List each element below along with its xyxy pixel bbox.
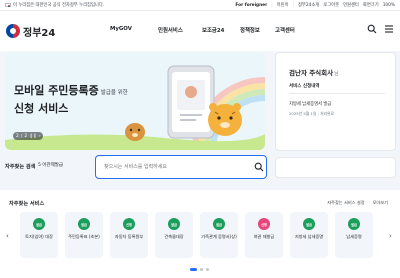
search-label: 자주찾는 검색	[5, 164, 36, 170]
nav-policy[interactable]: 정책정보	[240, 26, 260, 34]
service-label: 납세증명	[346, 234, 362, 239]
service-label: 주민등록표 (초본)	[68, 234, 100, 239]
pager-current: 2	[16, 133, 19, 139]
main-nav: MyGOV 민원서비스 보조금24 정책정보 고객센터	[0, 11, 400, 51]
nav-customer-center[interactable]: 고객센터	[275, 26, 295, 34]
utility-bar: 이 누리집은 대한민국 공식 전자정부 누리집입니다. For foreigne…	[0, 0, 400, 11]
screen-size-link[interactable]: 화면크기	[363, 2, 379, 8]
divider	[289, 93, 385, 94]
hero-pager[interactable]: 2 / 2 ❙❙ ›	[13, 132, 43, 140]
services-setting-link[interactable]: 자주찾는 서비스 설정	[327, 200, 364, 206]
zoom-level[interactable]: 100%	[383, 3, 395, 8]
nav-civil-service[interactable]: 민원서비스	[158, 26, 183, 34]
logout-link[interactable]: 로그아웃	[323, 2, 339, 8]
application-date: 2025년 5월 1일	[289, 111, 317, 116]
service-card[interactable]: 신청 자동차 등록원부	[110, 212, 148, 258]
service-label: 자동차 등록원부	[114, 234, 144, 239]
services-more-link[interactable]: 모아보기	[373, 200, 388, 206]
user-panel: 검난자 주식회사님 서비스 신청내역 지방세 납세증명서 발급 2025년 5월…	[275, 52, 396, 151]
menu-icon[interactable]	[384, 24, 394, 34]
service-label: 토지(임야) 대장	[25, 234, 53, 239]
hero-title-line1: 모바일 주민등록증 발급을 위한	[14, 84, 128, 97]
info-card[interactable]	[275, 157, 396, 178]
service-card[interactable]: 신청 여권 재발급	[245, 212, 283, 258]
pager-total: 2	[24, 133, 28, 139]
service-card[interactable]: 발급 주민등록표 (초본)	[65, 212, 103, 258]
service-card[interactable]: 발급 가족관계 증명서(상)	[200, 212, 238, 258]
application-item[interactable]: 지방세 납세증명서 발급	[289, 101, 331, 107]
service-label: 여권 재발급	[253, 234, 275, 239]
application-status: 처리완료	[320, 111, 335, 116]
nav-subsidy[interactable]: 보조금24	[202, 26, 224, 34]
hero-title-line2: 신청 서비스	[14, 102, 69, 115]
search-input[interactable]	[95, 155, 267, 179]
service-card[interactable]: 발급 토지(임야) 대장	[20, 212, 58, 258]
official-notice-text: 이 누리집은 대한민국 공식 전자정부 누리집입니다.	[13, 3, 105, 8]
site-header: 정부24 MyGOV 민원서비스 보조금24 정책정보 고객센터	[0, 11, 400, 51]
service-label: 건축물대장	[164, 234, 184, 239]
chevron-left-icon[interactable]: ‹	[6, 232, 9, 240]
support-link[interactable]: 민원센터	[343, 2, 359, 8]
foreigner-link[interactable]: For foreigner	[235, 3, 267, 8]
service-card[interactable]: 발급 지방세 납세증명	[290, 212, 328, 258]
korean-flag-icon	[5, 3, 11, 7]
popular-search-select[interactable]: 5 어관제발급	[38, 162, 63, 168]
user-name: 검난자 주식회사	[289, 69, 334, 77]
service-badge: 신청	[123, 218, 135, 230]
service-card[interactable]: 발급 건축물대장	[155, 212, 193, 258]
service-badge: 발급	[78, 218, 90, 230]
application-meta: 2025년 5월 1일 | 처리완료	[289, 111, 335, 116]
service-badge: 신청	[258, 218, 270, 230]
chevron-right-icon[interactable]: ›	[389, 232, 392, 240]
search-submit-icon[interactable]	[254, 162, 264, 172]
hero-title-small: 발급을 위한	[100, 90, 128, 96]
service-badge: 발급	[348, 218, 360, 230]
search-row: 자주찾는 검색 5 어관제발급	[5, 155, 267, 179]
service-badge: 발급	[168, 218, 180, 230]
service-label: 지방세 납세증명	[294, 234, 324, 239]
service-badge: 발급	[213, 218, 225, 230]
nav-mygov[interactable]: MyGOV	[110, 26, 132, 32]
service-card[interactable]: 발급 납세증명	[335, 212, 373, 258]
pause-icon[interactable]: ❙❙	[29, 134, 37, 139]
carousel-dot[interactable]	[206, 268, 209, 271]
user-greeting: 검난자 주식회사님	[289, 69, 339, 77]
frequent-services: 자주찾는 서비스 자주찾는 서비스 설정 모아보기 ‹ › 발급 토지(임야) …	[0, 190, 400, 278]
services-title: 자주찾는 서비스	[9, 201, 45, 207]
official-notice: 이 누리집은 대한민국 공식 전자정부 누리집입니다.	[5, 2, 104, 8]
about-link[interactable]: 정부24소개	[298, 2, 319, 8]
hero-banner[interactable]: 모바일 주민등록증 발급을 위한 신청 서비스 2 / 2 ❙❙ ›	[5, 52, 265, 150]
carousel-indicator	[190, 268, 209, 271]
service-badge: 발급	[33, 218, 45, 230]
language-link[interactable]: 어린이	[277, 2, 289, 8]
application-history-title[interactable]: 서비스 신청내역	[289, 83, 320, 89]
service-label: 가족관계 증명서(상)	[201, 234, 237, 239]
service-badge: 발급	[303, 218, 315, 230]
chevron-right-icon[interactable]: ›	[39, 134, 41, 139]
search-icon[interactable]	[367, 24, 377, 34]
carousel-dot[interactable]	[200, 268, 203, 271]
carousel-dot-active[interactable]	[190, 268, 197, 271]
